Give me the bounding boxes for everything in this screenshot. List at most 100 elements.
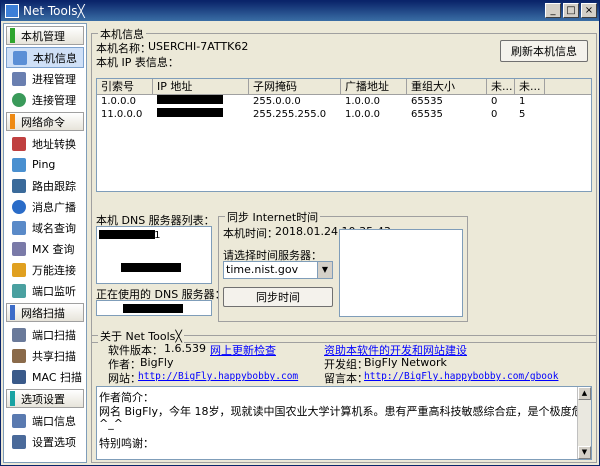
maximize-button[interactable]: □ (563, 3, 579, 18)
close-button[interactable]: × (581, 3, 597, 18)
sidebar-section-commands[interactable]: 网络命令 (6, 112, 84, 131)
sidebar-item-label: 共享扫描 (32, 349, 76, 363)
bio-scrollbar[interactable]: ▲ ▼ (577, 387, 591, 459)
column-header[interactable]: 广播地址 (341, 79, 407, 94)
sidebar-item-label: 设置选项 (32, 435, 76, 449)
sidebar-item-port-listen[interactable]: 端口监听 (6, 280, 84, 301)
refresh-info-button[interactable]: 刷新本机信息 (500, 40, 588, 62)
sidebar-item-share-scan[interactable]: 共享扫描 (6, 345, 84, 366)
table-cell: 255.255.255.0 (253, 109, 327, 120)
dns-in-use-field[interactable] (96, 300, 212, 316)
sidebar-item-universal-connect[interactable]: 万能连接 (6, 259, 84, 280)
sidebar-item-local-info[interactable]: 本机信息 (6, 47, 84, 68)
sidebar-item-traceroute[interactable]: 路由跟踪 (6, 175, 84, 196)
redaction-bar (123, 304, 183, 313)
time-server-select[interactable]: time.nist.gov ▼ (223, 261, 333, 279)
scroll-up-icon[interactable]: ▲ (578, 387, 591, 400)
sidebar-item-broadcast[interactable]: 消息广播 (6, 196, 84, 217)
computer-icon (13, 50, 27, 65)
chevron-down-icon[interactable]: ▼ (317, 262, 332, 278)
column-header[interactable]: 未... (515, 79, 545, 94)
sidebar-item-label: 进程管理 (32, 72, 76, 86)
column-header[interactable]: 引索号 (97, 79, 153, 94)
table-cell-redacted (153, 108, 249, 121)
table-row[interactable]: 11.0.0.0 255.255.255.0 1.0.0.0 65535 0 5 (97, 108, 591, 121)
sidebar: 本机管理 本机信息 进程管理 连接管理 网络命令 地址转换 Ping 路由跟踪 … (3, 23, 87, 463)
section-title: 网络命令 (21, 115, 65, 129)
thanks-title: 特别鸣谢： (99, 437, 154, 450)
section-marker-icon (10, 305, 15, 320)
ip-table-header: 引索号 IP 地址 子网掩码 广播地址 重组大小 未... 未... (97, 79, 591, 95)
sidebar-item-label: 域名查询 (32, 221, 76, 235)
column-header[interactable]: 子网掩码 (249, 79, 341, 94)
sidebar-item-label: 端口扫描 (32, 328, 76, 342)
sidebar-item-label: Ping (32, 158, 56, 171)
redaction-bar (121, 263, 181, 272)
website-link[interactable]: http://BigFly.happybobby.com (138, 371, 298, 382)
domain-icon (12, 220, 26, 235)
listen-icon (12, 283, 26, 298)
computer-name-value: USERCHI-7ATTK62 (148, 40, 249, 53)
app-window: Net Tools╳ _ □ × 本机管理 本机信息 进程管理 连接管理 网络命… (0, 0, 600, 466)
window-icon (12, 71, 26, 86)
sidebar-item-label: 连接管理 (32, 93, 76, 107)
section-marker-icon (10, 28, 15, 43)
sidebar-item-connections[interactable]: 连接管理 (6, 89, 84, 110)
column-header[interactable]: 重组大小 (407, 79, 487, 94)
table-cell: 11.0.0.0 (101, 109, 143, 120)
local-time-label: 本机时间： (223, 227, 278, 240)
guestbook-link[interactable]: http://BigFly.happybobby.com/gbook (364, 371, 558, 382)
sidebar-section-local[interactable]: 本机管理 (6, 26, 84, 45)
sidebar-item-label: 端口监听 (32, 284, 76, 298)
column-header[interactable]: 未... (487, 79, 515, 94)
search-icon (12, 327, 26, 342)
info-icon (12, 199, 26, 214)
table-cell: 5 (519, 109, 526, 120)
table-cell-redacted (153, 95, 249, 108)
group-title: 同步 Internet时间 (225, 209, 321, 225)
sidebar-item-port-info[interactable]: 端口信息 (6, 410, 84, 431)
section-title: 本机管理 (21, 29, 65, 43)
table-cell: 0 (491, 96, 498, 107)
selected-value: time.nist.gov (226, 263, 299, 276)
sidebar-section-scan[interactable]: 网络扫描 (6, 303, 84, 322)
sidebar-item-domain-lookup[interactable]: 域名查询 (6, 217, 84, 238)
sidebar-item-process[interactable]: 进程管理 (6, 68, 84, 89)
minimize-button[interactable]: _ (545, 3, 561, 18)
sidebar-item-settings[interactable]: 设置选项 (6, 431, 84, 452)
sidebar-item-address-convert[interactable]: 地址转换 (6, 133, 84, 154)
main-panel: 本机信息 本机名称： USERCHI-7ATTK62 本机 IP 表信息： 刷新… (91, 23, 597, 463)
sidebar-item-label: 端口信息 (32, 414, 76, 428)
mail-icon (12, 241, 26, 256)
dev-group-value: BigFly Network (364, 356, 447, 369)
title-bar[interactable]: Net Tools╳ _ □ × (1, 1, 599, 21)
sidebar-item-port-scan[interactable]: 端口扫描 (6, 324, 84, 345)
sidebar-item-mac-scan[interactable]: MAC 扫描 (6, 366, 84, 387)
sidebar-section-options[interactable]: 选项设置 (6, 389, 84, 408)
ip-table-label: 本机 IP 表信息： (96, 56, 179, 69)
ip-table[interactable]: 引索号 IP 地址 子网掩码 广播地址 重组大小 未... 未... 1.0.0… (96, 78, 592, 192)
update-check-link[interactable]: 网上更新检查 (210, 342, 276, 358)
bio-text: 网名 BigFly，今年 18岁，现就读中国农业大学计算机系。患有严重高科技敏感… (99, 405, 577, 418)
sidebar-item-mx-lookup[interactable]: MX 查询 (6, 238, 84, 259)
column-header[interactable]: IP 地址 (153, 79, 249, 94)
app-icon (5, 4, 19, 18)
time-sync-log[interactable] (339, 229, 463, 317)
website-label: 网站： (108, 372, 141, 385)
time-sync-group: 同步 Internet时间 本机时间： 2018.01.24 10:35:43 … (218, 209, 468, 322)
sidebar-item-ping[interactable]: Ping (6, 154, 84, 175)
sidebar-item-label: MAC 扫描 (32, 370, 82, 384)
table-cell: 0 (491, 109, 498, 120)
table-row[interactable]: 1.0.0.0 255.0.0.0 1.0.0.0 65535 0 1 (97, 95, 591, 108)
scroll-down-icon[interactable]: ▼ (578, 446, 591, 459)
dns-server-list[interactable]: 192.168.1.1 (96, 226, 212, 284)
sidebar-item-label: 路由跟踪 (32, 179, 76, 193)
sidebar-item-label: 地址转换 (32, 137, 76, 151)
sync-time-button[interactable]: 同步时间 (223, 287, 333, 307)
redaction-bar (157, 108, 223, 117)
author-bio-textarea[interactable]: 作者简介： 网名 BigFly，今年 18岁，现就读中国农业大学计算机系。患有严… (96, 386, 592, 460)
section-title: 选项设置 (21, 392, 65, 406)
about-group: 关于 Net Tools╳ 软件版本： 1.6.539 网上更新检查 资助本软件… (91, 328, 597, 463)
section-marker-icon (10, 391, 15, 406)
section-title: 网络扫描 (21, 306, 65, 320)
